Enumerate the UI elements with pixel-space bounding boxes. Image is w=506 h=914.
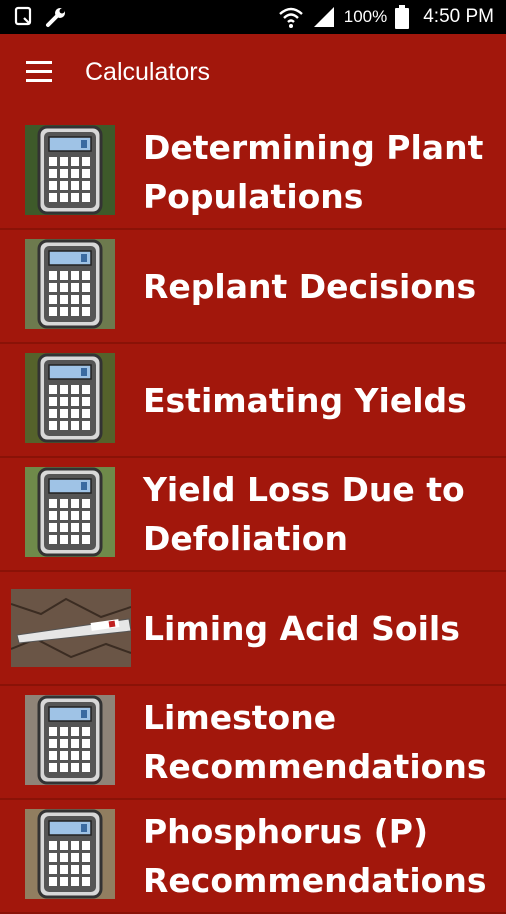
page-title: Calculators bbox=[85, 58, 211, 86]
battery-percent: 100% bbox=[343, 7, 388, 26]
list-item[interactable]: Determining Plant Populations bbox=[0, 116, 506, 230]
calculator-icon bbox=[25, 353, 115, 443]
calculator-icon bbox=[25, 809, 115, 899]
wifi-icon bbox=[278, 7, 303, 28]
calculator-icon bbox=[25, 695, 115, 785]
clock: 4:50 PM bbox=[423, 6, 494, 27]
list-item-label: Estimating Yields bbox=[143, 380, 467, 420]
list-item[interactable]: Estimating Yields bbox=[0, 344, 506, 458]
app-bar: Calculators bbox=[0, 34, 506, 116]
list-item-label: Yield Loss Due to Defoliation bbox=[143, 470, 465, 558]
list-item-label: Phosphorus (P) Recommendations bbox=[143, 812, 487, 900]
calculator-icon bbox=[25, 125, 115, 215]
calculator-list: Determining Plant Populations Replant De… bbox=[0, 116, 506, 914]
screenshot-notification-icon bbox=[14, 6, 32, 26]
list-item[interactable]: Yield Loss Due to Defoliation bbox=[0, 458, 506, 572]
wrench-icon bbox=[46, 8, 65, 27]
list-item-label: Replant Decisions bbox=[143, 266, 477, 306]
soil-thermometer-photo bbox=[11, 589, 131, 667]
list-item[interactable]: Liming Acid Soils bbox=[0, 572, 506, 686]
battery-icon bbox=[395, 5, 410, 29]
list-item-label: Determining Plant Populations bbox=[143, 128, 484, 216]
hamburger-menu-icon[interactable] bbox=[26, 61, 54, 89]
signal-icon bbox=[313, 7, 334, 27]
list-item-label: Limestone Recommendations bbox=[143, 698, 487, 786]
list-item[interactable]: Limestone Recommendations bbox=[0, 686, 506, 800]
calculator-icon bbox=[25, 239, 115, 329]
list-item[interactable]: Phosphorus (P) Recommendations bbox=[0, 800, 506, 914]
status-bar: 100% 4:50 PM bbox=[0, 0, 506, 34]
list-item[interactable]: Replant Decisions bbox=[0, 230, 506, 344]
list-item-label: Liming Acid Soils bbox=[143, 608, 460, 648]
calculator-icon bbox=[25, 467, 115, 557]
